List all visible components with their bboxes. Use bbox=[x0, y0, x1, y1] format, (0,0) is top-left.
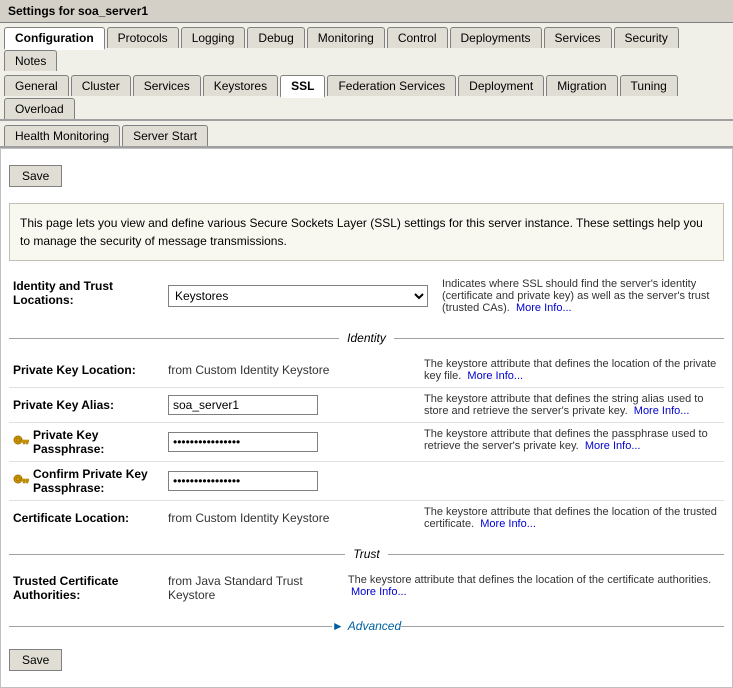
divider-line-right bbox=[394, 338, 724, 339]
confirm-passphrase-input[interactable] bbox=[168, 471, 318, 491]
identity-section-label: Identity bbox=[339, 331, 394, 345]
tab-deployment[interactable]: Deployment bbox=[458, 75, 544, 96]
trust-divider-left bbox=[9, 554, 345, 555]
tab-migration[interactable]: Migration bbox=[546, 75, 617, 96]
identity-fields-table: Private Key Location: from Custom Identi… bbox=[9, 353, 724, 535]
tab-health-monitoring[interactable]: Health Monitoring bbox=[4, 125, 120, 146]
confirm-passphrase-desc bbox=[414, 462, 724, 501]
tab-notes[interactable]: Notes bbox=[4, 50, 57, 71]
tab-server-start[interactable]: Server Start bbox=[122, 125, 208, 146]
tab-cluster[interactable]: Cluster bbox=[71, 75, 131, 96]
private-key-location-value: from Custom Identity Keystore bbox=[164, 353, 414, 388]
advanced-divider-left bbox=[9, 626, 332, 627]
advanced-section-divider: ► Advanced bbox=[9, 619, 724, 633]
save-button-bottom[interactable]: Save bbox=[9, 649, 62, 671]
trusted-cert-authorities-more-info[interactable]: More Info... bbox=[351, 586, 407, 598]
tab-deployments[interactable]: Deployments bbox=[450, 27, 542, 48]
trusted-cert-authorities-desc: The keystore attribute that defines the … bbox=[338, 569, 724, 607]
trust-section-divider: Trust bbox=[9, 547, 724, 561]
certificate-location-desc: The keystore attribute that defines the … bbox=[414, 501, 724, 536]
private-key-location-desc: The keystore attribute that defines the … bbox=[414, 353, 724, 388]
window-title: Settings for soa_server1 bbox=[0, 0, 733, 23]
advanced-divider-right bbox=[401, 626, 724, 627]
advanced-toggle[interactable]: ► Advanced bbox=[332, 619, 401, 633]
confirm-passphrase-input-cell bbox=[164, 462, 414, 501]
tab-debug[interactable]: Debug bbox=[247, 27, 304, 48]
divider-line-left bbox=[9, 338, 339, 339]
tab-row-2: General Cluster Services Keystores SSL F… bbox=[0, 71, 733, 121]
trusted-cert-authorities-value: from Java Standard Trust Keystore bbox=[164, 569, 338, 607]
identity-trust-more-info[interactable]: More Info... bbox=[516, 302, 572, 314]
private-key-passphrase-more-info[interactable]: More Info... bbox=[585, 440, 641, 452]
tab-federation-services[interactable]: Federation Services bbox=[327, 75, 456, 96]
private-key-alias-more-info[interactable]: More Info... bbox=[634, 405, 690, 417]
certificate-location-label: Certificate Location: bbox=[9, 501, 164, 536]
private-key-alias-input-cell bbox=[164, 388, 414, 423]
trusted-cert-authorities-label: Trusted Certificate Authorities: bbox=[9, 569, 164, 607]
key-icon bbox=[13, 435, 29, 449]
identity-trust-input-cell: Keystores bbox=[164, 273, 432, 319]
tab-row-3: Health Monitoring Server Start bbox=[0, 121, 733, 148]
private-key-alias-input[interactable] bbox=[168, 395, 318, 415]
identity-trust-table: Identity and Trust Locations: Keystores … bbox=[9, 273, 724, 319]
tab-monitoring[interactable]: Monitoring bbox=[307, 27, 385, 48]
save-button-top[interactable]: Save bbox=[9, 165, 62, 187]
advanced-label: Advanced bbox=[348, 619, 401, 633]
private-key-location-more-info[interactable]: More Info... bbox=[467, 370, 523, 382]
tab-overload[interactable]: Overload bbox=[4, 98, 75, 119]
tab-configuration[interactable]: Configuration bbox=[4, 27, 105, 50]
certificate-location-more-info[interactable]: More Info... bbox=[480, 518, 536, 530]
private-key-location-label: Private Key Location: bbox=[9, 353, 164, 388]
certificate-location-value: from Custom Identity Keystore bbox=[164, 501, 414, 536]
advanced-arrow-icon: ► bbox=[332, 619, 344, 633]
content-area: Save This page lets you view and define … bbox=[0, 148, 733, 688]
trust-divider-right bbox=[388, 554, 724, 555]
private-key-passphrase-input[interactable] bbox=[168, 432, 318, 452]
description-text: This page lets you view and define vario… bbox=[9, 203, 724, 261]
private-key-alias-desc: The keystore attribute that defines the … bbox=[414, 388, 724, 423]
tab-tuning[interactable]: Tuning bbox=[620, 75, 678, 96]
identity-trust-desc: Indicates where SSL should find the serv… bbox=[432, 273, 724, 319]
identity-trust-label: Identity and Trust Locations: bbox=[9, 273, 164, 319]
private-key-passphrase-desc: The keystore attribute that defines the … bbox=[414, 423, 724, 462]
trust-fields-table: Trusted Certificate Authorities: from Ja… bbox=[9, 569, 724, 607]
tab-protocols[interactable]: Protocols bbox=[107, 27, 179, 48]
tab-ssl[interactable]: SSL bbox=[280, 75, 325, 98]
tab-security[interactable]: Security bbox=[614, 27, 679, 48]
tab-logging[interactable]: Logging bbox=[181, 27, 246, 48]
identity-trust-dropdown[interactable]: Keystores bbox=[168, 285, 428, 307]
private-key-passphrase-input-cell bbox=[164, 423, 414, 462]
key-icon-confirm bbox=[13, 474, 29, 488]
private-key-passphrase-label: Private Key Passphrase: bbox=[9, 423, 164, 462]
tab-keystores[interactable]: Keystores bbox=[203, 75, 278, 96]
tab-services-sub[interactable]: Services bbox=[133, 75, 201, 96]
tab-row-1: Configuration Protocols Logging Debug Mo… bbox=[0, 23, 733, 71]
tab-services[interactable]: Services bbox=[544, 27, 612, 48]
tab-control[interactable]: Control bbox=[387, 27, 448, 48]
identity-section-divider: Identity bbox=[9, 331, 724, 345]
trust-section-label: Trust bbox=[345, 547, 387, 561]
tab-general[interactable]: General bbox=[4, 75, 69, 96]
private-key-alias-label: Private Key Alias: bbox=[9, 388, 164, 423]
confirm-passphrase-label: Confirm Private Key Passphrase: bbox=[9, 462, 164, 501]
